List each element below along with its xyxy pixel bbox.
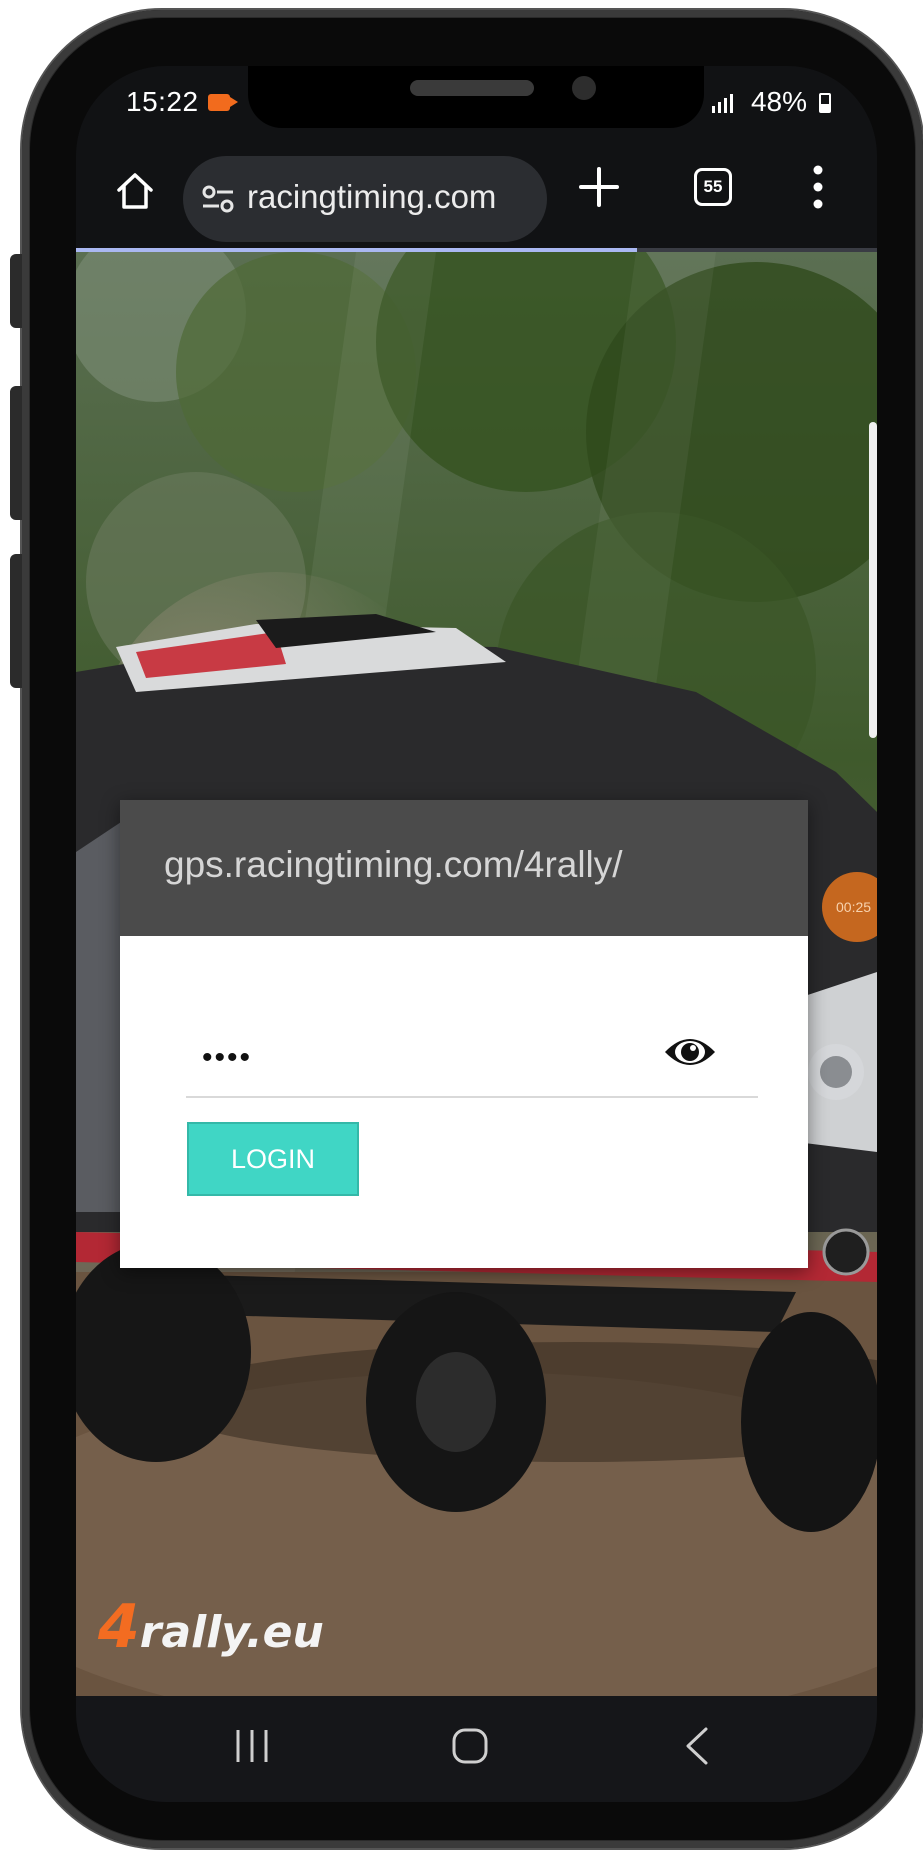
phone-screen: 15:22 48% racingtiming.com 55 gps.racing… <box>76 66 877 1802</box>
earpiece-speaker <box>410 80 534 96</box>
home-nav-icon[interactable] <box>450 1726 490 1766</box>
status-bar: 15:22 48% <box>76 66 877 142</box>
system-nav-bar <box>76 1696 877 1802</box>
url-text: racingtiming.com <box>247 178 497 215</box>
volume-up-button <box>10 254 24 328</box>
login-header: gps.racingtiming.com/4rally/ <box>120 800 808 936</box>
web-content[interactable]: gps.racingtiming.com/4rally/ LOGIN 00:25… <box>76 252 877 1696</box>
login-header-url: gps.racingtiming.com/4rally/ <box>164 844 623 885</box>
show-password-icon[interactable] <box>662 1032 718 1072</box>
address-bar[interactable]: racingtiming.com <box>183 156 547 242</box>
tab-count: 55 <box>703 177 723 196</box>
tab-switcher-button[interactable]: 55 <box>694 168 732 206</box>
camera-notch <box>248 66 704 128</box>
home-icon <box>117 173 153 209</box>
battery-icon <box>819 93 831 113</box>
site-settings-icon[interactable] <box>201 182 235 216</box>
browser-toolbar: racingtiming.com 55 <box>76 142 877 252</box>
status-time: 15:22 <box>126 86 199 117</box>
menu-icon[interactable] <box>812 164 824 210</box>
brand-logo-four: 4 <box>98 1592 140 1662</box>
back-icon[interactable] <box>682 1726 712 1766</box>
home-button[interactable] <box>106 162 164 220</box>
login-card: gps.racingtiming.com/4rally/ LOGIN <box>120 800 808 1268</box>
brand-logo-text: rally.eu <box>139 1607 324 1658</box>
battery-percent: 48% <box>750 86 807 117</box>
brand-logo[interactable]: 4rally.eu <box>98 1592 324 1662</box>
front-camera <box>572 76 596 100</box>
new-tab-icon[interactable] <box>576 164 622 210</box>
screen-record-icon <box>208 94 238 111</box>
power-button <box>10 554 24 688</box>
login-button[interactable]: LOGIN <box>187 1122 359 1196</box>
recents-icon[interactable] <box>232 1726 272 1766</box>
signal-icon <box>712 94 733 113</box>
page-scrollbar[interactable] <box>869 422 877 738</box>
volume-down-button <box>10 386 24 520</box>
